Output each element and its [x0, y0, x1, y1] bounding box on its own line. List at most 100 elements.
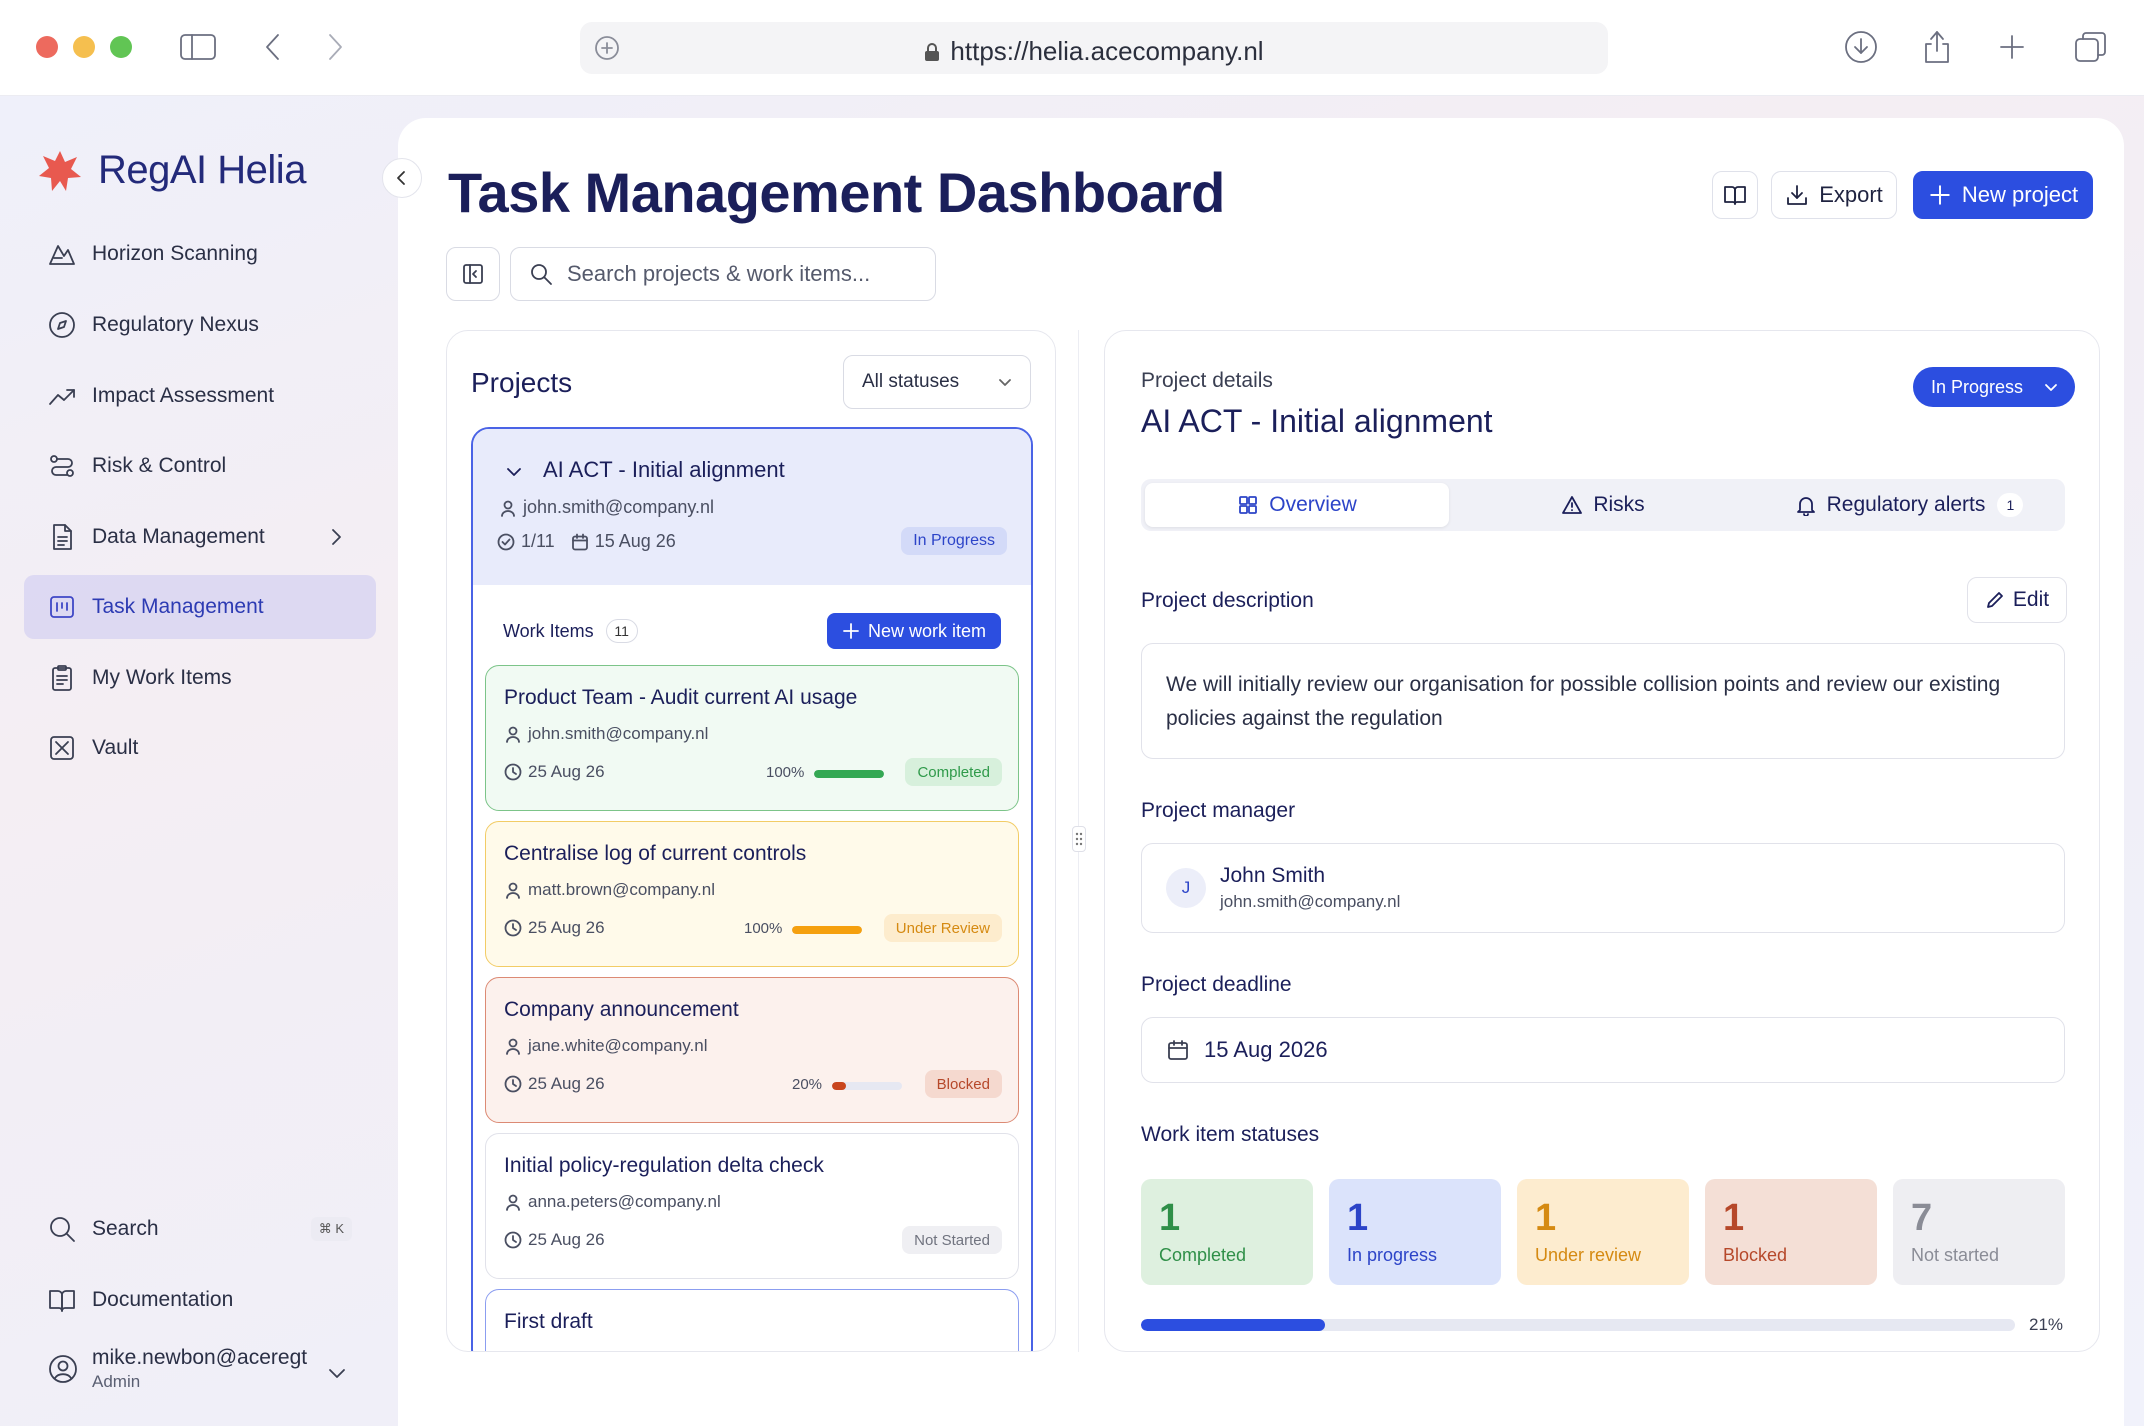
sidebar-search[interactable]: Search ⌘ K — [24, 1197, 376, 1261]
sidebar-item-label: Vault — [92, 736, 139, 759]
calendar-icon — [571, 533, 589, 551]
work-item-title: Product Team - Audit current AI usage — [504, 686, 858, 709]
export-button[interactable]: Export — [1771, 171, 1897, 219]
tab-regulatory-alerts[interactable]: Regulatory alerts 1 — [1757, 483, 2061, 527]
share-icon[interactable] — [1916, 26, 1958, 68]
sidebar-toggle-icon[interactable] — [177, 26, 219, 68]
minimize-window-button[interactable] — [73, 36, 95, 58]
user-icon — [504, 1037, 522, 1055]
work-item-date: 25 Aug 26 — [528, 762, 605, 781]
work-item-progress-bar — [832, 1082, 902, 1090]
statuses-label: Work item statuses — [1141, 1123, 1320, 1146]
chevron-down-icon[interactable] — [326, 1362, 348, 1384]
resize-handle[interactable] — [1072, 826, 1086, 852]
sidebar-item-impact-assessment[interactable]: Impact Assessment — [24, 364, 376, 428]
book-open-icon — [1724, 186, 1746, 205]
chevron-right-icon — [326, 527, 346, 547]
sidebar-documentation[interactable]: Documentation — [24, 1268, 376, 1332]
work-item-percent: 100% — [744, 920, 783, 937]
sidebar-item-horizon-scanning[interactable]: Horizon Scanning — [24, 222, 376, 286]
stat-under-review[interactable]: 1 Under review — [1517, 1179, 1689, 1285]
stat-count: 1 — [1535, 1197, 1557, 1239]
work-item-title: First draft — [504, 1310, 593, 1333]
close-window-button[interactable] — [36, 36, 58, 58]
sidebar-item-label: Horizon Scanning — [92, 242, 258, 265]
sidebar-item-my-work-items[interactable]: My Work Items — [24, 646, 376, 710]
work-item-percent: 100% — [766, 764, 805, 781]
manager-name: John Smith — [1220, 864, 1326, 887]
brand[interactable]: RegAI Helia — [38, 148, 306, 193]
chevron-down-icon — [996, 373, 1014, 391]
edit-button[interactable]: Edit — [1967, 577, 2067, 623]
documentation-label: Documentation — [92, 1288, 234, 1311]
user-icon — [504, 725, 522, 743]
sidebar-item-label: Impact Assessment — [92, 384, 275, 407]
user-icon — [504, 1193, 522, 1211]
work-item-date: 25 Aug 26 — [528, 918, 605, 937]
work-item-card[interactable]: Company announcement jane.white@company.… — [485, 977, 1019, 1123]
bell-icon — [1795, 494, 1817, 516]
download-icon[interactable] — [1840, 26, 1882, 68]
sidebar-item-label: Risk & Control — [92, 454, 227, 477]
project-owner: john.smith@company.nl — [523, 497, 715, 517]
browser-toolbar: https://helia.acecompany.nl — [0, 0, 2144, 96]
stat-label: In progress — [1347, 1245, 1438, 1265]
project-manager-card: J John Smith john.smith@company.nl — [1141, 843, 2065, 933]
sidebar-item-task-management[interactable]: Task Management — [24, 575, 376, 639]
tab-risks[interactable]: Risks — [1451, 483, 1755, 527]
project-card[interactable]: AI ACT - Initial alignment john.smith@co… — [471, 427, 1033, 1351]
avatar: J — [1166, 868, 1206, 908]
sidebar-item-vault[interactable]: Vault — [24, 716, 376, 780]
project-details-panel: Project details AI ACT - Initial alignme… — [1104, 330, 2100, 1352]
reading-view-button[interactable] — [1712, 171, 1758, 219]
clock-icon — [504, 1075, 522, 1093]
user-icon — [504, 881, 522, 899]
back-icon[interactable] — [252, 26, 294, 68]
search-icon — [529, 262, 553, 286]
search-shortcut: ⌘ K — [310, 1217, 352, 1241]
work-item-card[interactable]: Centralise log of current controls matt.… — [485, 821, 1019, 967]
address-bar[interactable]: https://helia.acecompany.nl — [580, 22, 1608, 74]
stat-count: 1 — [1347, 1197, 1369, 1239]
work-item-title: Centralise log of current controls — [504, 842, 807, 865]
zoom-window-button[interactable] — [110, 36, 132, 58]
mountain-icon — [48, 240, 76, 268]
work-item-card[interactable]: First draft — [485, 1289, 1019, 1351]
status-filter-select[interactable]: All statuses — [843, 355, 1031, 409]
download-icon — [1787, 185, 1808, 205]
kanban-icon — [48, 593, 76, 621]
stat-completed[interactable]: 1 Completed — [1141, 1179, 1313, 1285]
user-menu[interactable]: mike.newbon@aceregt Admin — [48, 1346, 307, 1392]
chevron-down-icon[interactable] — [503, 461, 525, 483]
new-project-button[interactable]: New project — [1913, 171, 2093, 219]
work-item-title: Initial policy-regulation delta check — [504, 1154, 824, 1177]
work-item-card[interactable]: Initial policy-regulation delta check an… — [485, 1133, 1019, 1279]
page-title: Task Management Dashboard — [448, 161, 1225, 224]
stat-blocked[interactable]: 1 Blocked — [1705, 1179, 1877, 1285]
sidebar-item-risk-control[interactable]: Risk & Control — [24, 434, 376, 498]
forward-icon[interactable] — [314, 26, 356, 68]
check-circle-icon — [497, 533, 515, 551]
stat-label: Blocked — [1723, 1245, 1788, 1265]
stat-not-started[interactable]: 7 Not started — [1893, 1179, 2065, 1285]
sidebar-item-regulatory-nexus[interactable]: Regulatory Nexus — [24, 293, 376, 357]
new-work-item-button[interactable]: New work item — [827, 613, 1001, 649]
tab-overview[interactable]: Overview — [1145, 483, 1449, 527]
sidebar-item-label: Regulatory Nexus — [92, 313, 259, 336]
stat-label: Completed — [1159, 1245, 1247, 1265]
project-card-header[interactable]: AI ACT - Initial alignment john.smith@co… — [473, 429, 1031, 585]
stat-in-progress[interactable]: 1 In progress — [1329, 1179, 1501, 1285]
search-placeholder: Search projects & work items... — [567, 261, 871, 286]
search-input[interactable]: Search projects & work items... — [510, 247, 936, 301]
document-icon — [48, 523, 76, 551]
work-item-card[interactable]: Product Team - Audit current AI usage jo… — [485, 665, 1019, 811]
tab-overview-icon[interactable] — [2070, 26, 2112, 68]
add-tab-icon[interactable] — [1991, 26, 2033, 68]
manager-label: Project manager — [1141, 799, 1296, 822]
sidebar-item-data-management[interactable]: Data Management — [24, 505, 376, 569]
collapse-sidebar-button[interactable] — [382, 158, 422, 198]
warning-icon — [1561, 494, 1583, 516]
status-dropdown[interactable]: In Progress — [1913, 367, 2075, 407]
panel-toggle-button[interactable] — [446, 247, 500, 301]
stat-label: Not started — [1911, 1245, 2000, 1265]
